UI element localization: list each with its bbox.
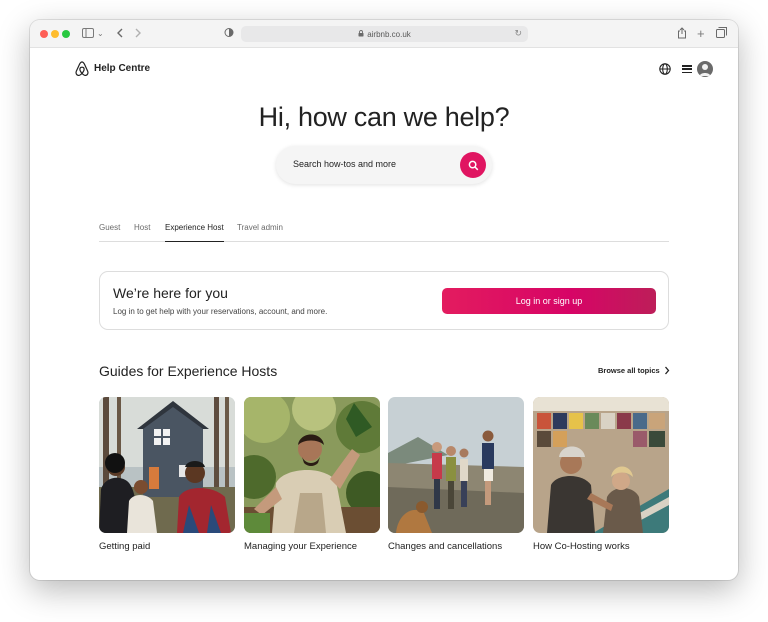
- tab-experience-host[interactable]: Experience Host: [165, 223, 224, 242]
- browse-all-topics-label: Browse all topics: [598, 366, 660, 375]
- guide-card-getting-paid[interactable]: Getting paid: [99, 397, 235, 552]
- chevron-right-icon: [664, 366, 670, 375]
- guide-photo: [388, 397, 524, 533]
- zoom-window-button[interactable]: [62, 30, 70, 38]
- login-prompt-card: We’re here for you Log in to get help wi…: [99, 271, 669, 330]
- address-bar[interactable]: airbnb.co.uk ↻: [241, 26, 528, 42]
- airbnb-logo-icon[interactable]: [74, 60, 90, 78]
- forward-icon[interactable]: [134, 27, 142, 41]
- search-icon: [468, 160, 478, 170]
- browse-all-topics-link[interactable]: Browse all topics: [598, 366, 670, 375]
- globe-icon[interactable]: [658, 62, 672, 76]
- search-input[interactable]: Search how-tos and more: [293, 159, 396, 169]
- guide-caption: Managing your Experience: [244, 541, 358, 552]
- user-avatar-icon[interactable]: [697, 61, 713, 77]
- reload-icon[interactable]: ↻: [514, 28, 522, 39]
- sidebar-icon[interactable]: [82, 27, 94, 41]
- shield-icon[interactable]: [224, 27, 234, 41]
- section-title: Guides for Experience Hosts: [99, 363, 278, 379]
- brand-title[interactable]: Help Centre: [94, 63, 150, 74]
- guide-photo: [244, 397, 380, 533]
- minimize-window-button[interactable]: [51, 30, 59, 38]
- card-subtitle: Log in to get help with your reservation…: [113, 307, 328, 316]
- login-signup-button[interactable]: Log in or sign up: [442, 288, 656, 314]
- share-icon[interactable]: [677, 27, 687, 42]
- chevron-down-icon[interactable]: ⌄: [97, 27, 104, 41]
- audience-tabs: Guest Host Experience Host Travel admin: [99, 223, 669, 242]
- guide-card-co-hosting[interactable]: How Co-Hosting works: [533, 397, 669, 552]
- tab-travel-admin[interactable]: Travel admin: [237, 223, 283, 242]
- menu-icon[interactable]: [681, 63, 693, 75]
- card-title: We’re here for you: [113, 285, 228, 301]
- close-window-button[interactable]: [40, 30, 48, 38]
- tabs-overview-icon[interactable]: [716, 27, 727, 41]
- guide-caption: How Co-Hosting works: [533, 541, 630, 552]
- search-bar[interactable]: Search how-tos and more: [276, 146, 492, 184]
- browser-toolbar: ⌄ airbnb.co.uk ↻ +: [30, 20, 738, 48]
- guide-photo: [533, 397, 669, 533]
- guide-card-changes-cancellations[interactable]: Changes and cancellations: [388, 397, 524, 552]
- new-tab-icon[interactable]: +: [697, 27, 705, 41]
- site-header: Help Centre: [30, 48, 738, 90]
- page-title: Hi, how can we help?: [258, 102, 510, 132]
- guide-photo: [99, 397, 235, 533]
- guide-card-managing-experience[interactable]: Managing your Experience: [244, 397, 380, 552]
- guide-caption: Getting paid: [99, 541, 151, 552]
- tab-host[interactable]: Host: [134, 223, 150, 242]
- browser-window: ⌄ airbnb.co.uk ↻ + Help Centre Hi, how c…: [30, 20, 738, 580]
- back-icon[interactable]: [116, 27, 124, 41]
- url-text: airbnb.co.uk: [367, 29, 411, 39]
- search-button[interactable]: [460, 152, 486, 178]
- guide-caption: Changes and cancellations: [388, 541, 503, 552]
- tab-guest[interactable]: Guest: [99, 223, 120, 242]
- lock-icon: [358, 29, 364, 39]
